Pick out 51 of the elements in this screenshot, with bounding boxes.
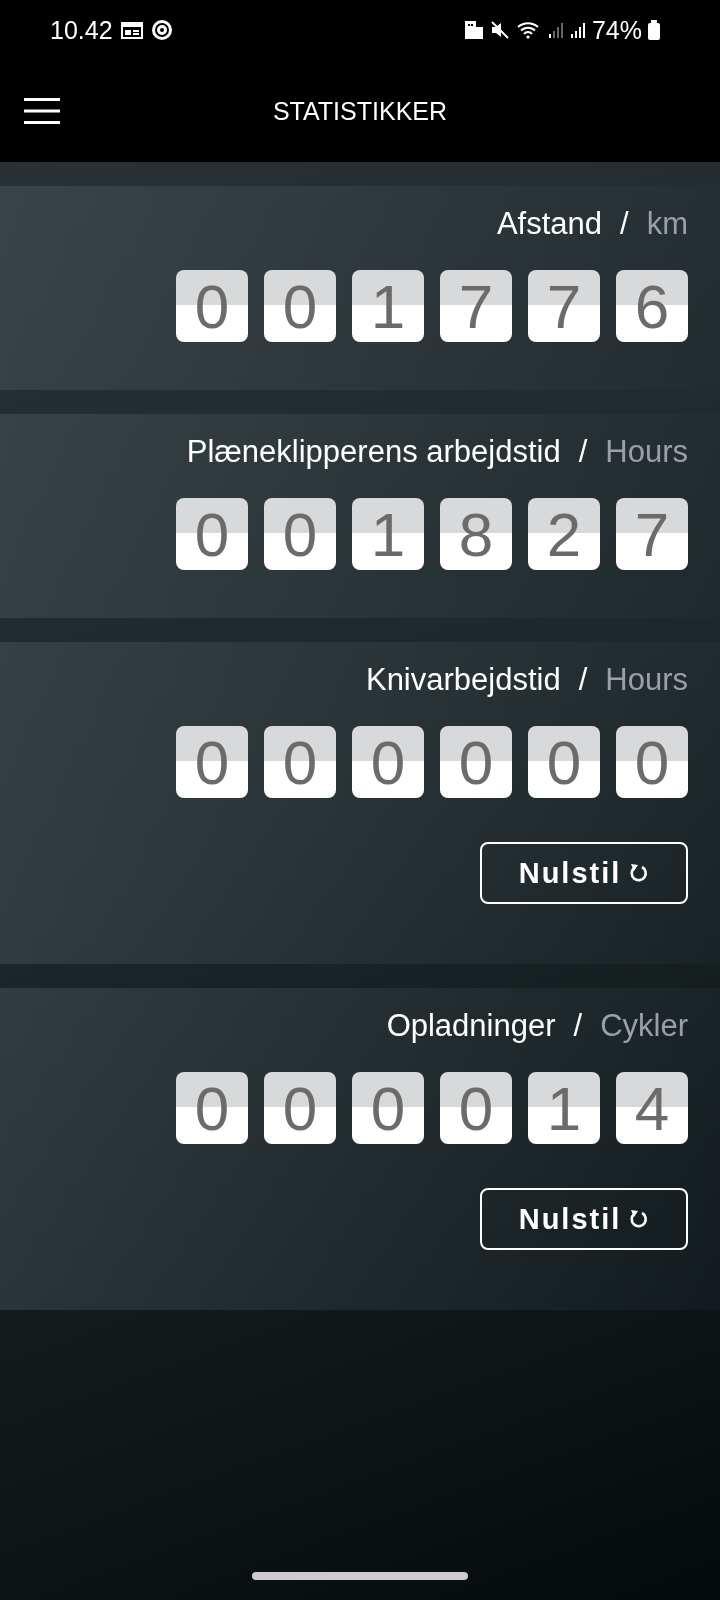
signal-icon xyxy=(569,21,586,39)
digit-tile: 0 xyxy=(352,1072,424,1144)
digit-tile: 6 xyxy=(616,270,688,342)
reset-icon xyxy=(627,1208,650,1230)
reset-button[interactable]: Nulstil xyxy=(480,1188,688,1250)
digit-tile: 0 xyxy=(176,270,248,342)
menu-icon[interactable] xyxy=(24,97,60,125)
counter-unit: Hours xyxy=(605,662,688,698)
counter-label: Plæneklipperens arbejdstid xyxy=(186,434,561,470)
separator: / xyxy=(578,662,588,698)
digit-tile: 7 xyxy=(440,270,512,342)
digit-tile: 0 xyxy=(176,1072,248,1144)
digit-tile: 7 xyxy=(616,498,688,570)
status-time: 10.42 xyxy=(50,15,113,45)
building-icon xyxy=(463,20,484,40)
battery-icon xyxy=(648,20,660,40)
digit-tile: 1 xyxy=(352,270,424,342)
digit-tile: 0 xyxy=(176,726,248,798)
battery-percent: 74% xyxy=(591,15,642,45)
mute-icon xyxy=(489,20,510,40)
digit-tile: 0 xyxy=(440,1072,512,1144)
digit-tile: 0 xyxy=(616,726,688,798)
digit-tile: 0 xyxy=(528,726,600,798)
reset-button[interactable]: Nulstil xyxy=(480,842,688,904)
counter-label: Knivarbejdstid xyxy=(365,662,561,698)
digit-tile: 4 xyxy=(616,1072,688,1144)
digit-tile: 0 xyxy=(264,270,336,342)
counter-unit: Cykler xyxy=(600,1008,688,1044)
digit-tile: 0 xyxy=(264,1072,336,1144)
digit-tile: 8 xyxy=(440,498,512,570)
digit-tile: 1 xyxy=(528,1072,600,1144)
calendar-icon xyxy=(120,21,143,39)
separator: / xyxy=(620,206,629,242)
digit-tile: 0 xyxy=(440,726,512,798)
digit-tile: 0 xyxy=(352,726,424,798)
signal-icon xyxy=(547,21,564,39)
digit-tile: 2 xyxy=(528,498,600,570)
counter-label: Afstand xyxy=(496,206,603,242)
counter-unit: Hours xyxy=(605,434,688,470)
counter-unit: km xyxy=(646,206,688,242)
digit-tile: 0 xyxy=(264,498,336,570)
digit-tile: 0 xyxy=(176,498,248,570)
circle-icon xyxy=(150,19,173,41)
digit-tile: 7 xyxy=(528,270,600,342)
digit-tile: 1 xyxy=(352,498,424,570)
separator: / xyxy=(578,434,588,470)
reset-icon xyxy=(627,862,650,884)
separator: / xyxy=(573,1008,583,1044)
screen-title: STATISTIKKER xyxy=(272,96,448,126)
counter-label: Opladninger xyxy=(386,1008,556,1044)
digit-tile: 0 xyxy=(264,726,336,798)
